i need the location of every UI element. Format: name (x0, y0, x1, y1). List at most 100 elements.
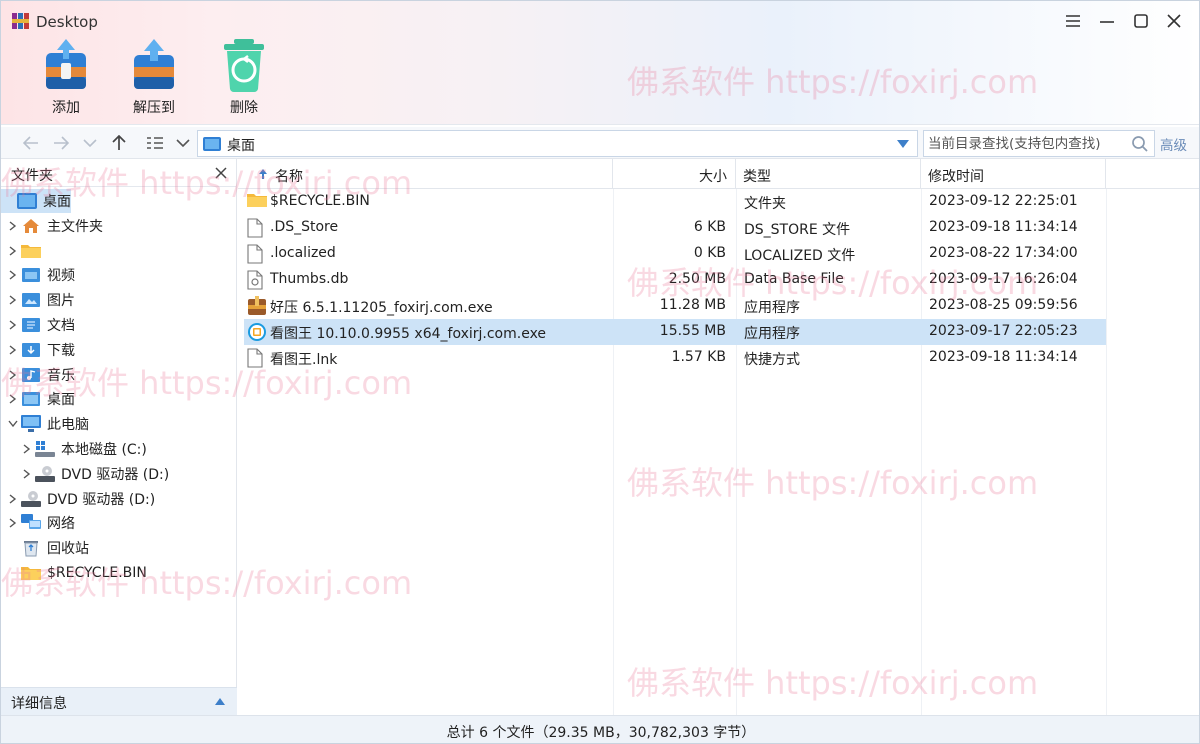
tree-item[interactable]: 音乐 (1, 363, 233, 387)
minimize-icon (1100, 21, 1114, 23)
tree-item[interactable]: 网络 (1, 511, 233, 535)
view-mode-button[interactable] (143, 131, 167, 155)
forward-button[interactable] (49, 131, 73, 155)
history-dropdown[interactable] (78, 131, 102, 155)
column-modified[interactable]: 修改时间 (921, 159, 1106, 189)
arrow-left-icon (23, 136, 38, 150)
chevron-right-icon[interactable] (7, 344, 19, 356)
folder-tree-title: 文件夹 (11, 168, 53, 184)
chevron-right-icon[interactable] (7, 517, 19, 529)
folder-tree-header: 文件夹 (1, 159, 237, 187)
tree-item[interactable]: 主文件夹 (1, 214, 233, 238)
menu-button[interactable] (1060, 9, 1086, 33)
view-mode-dropdown[interactable] (171, 131, 195, 155)
picture-folder-icon (21, 291, 41, 309)
up-button[interactable] (107, 131, 131, 155)
tree-item[interactable]: 图片 (1, 288, 233, 312)
chevron-right-icon[interactable] (7, 269, 19, 281)
add-button[interactable]: 添加 (31, 37, 101, 117)
close-pane-icon[interactable] (213, 165, 229, 181)
app-window: Desktop 添加 解压到 删除 桌面 当前目录查找(支持包内查找) 高级 文… (0, 0, 1200, 744)
image-viewer-exe-icon (247, 322, 267, 342)
chevron-right-icon[interactable] (21, 468, 33, 480)
tree-item[interactable]: 下载 (1, 338, 233, 362)
chevron-right-icon[interactable] (7, 294, 19, 306)
back-button[interactable] (19, 131, 43, 155)
network-icon (21, 514, 41, 532)
search-input[interactable] (928, 134, 1128, 154)
file-modified: 2023-08-25 09:59:56 (929, 297, 1078, 313)
file-name: 看图王.lnk (270, 352, 338, 368)
chevron-right-icon[interactable] (21, 443, 33, 455)
address-bar[interactable]: 桌面 (197, 130, 918, 157)
tree-item-label: 网络 (47, 516, 75, 533)
file-row[interactable]: 好压 6.5.1.11205_foxirj.com.exe 11.28 MB 应用程… (244, 293, 1106, 319)
file-row[interactable]: Thumbs.db 2.50 MB Data Base File 2023-09-17… (244, 267, 1106, 293)
add-archive-icon (46, 39, 86, 89)
chevron-down-icon[interactable] (7, 418, 19, 430)
tree-item[interactable]: DVD 驱动器 (D:) (1, 462, 233, 486)
tree-item-label: 桌面 (47, 392, 75, 409)
file-row[interactable]: $RECYCLE.BIN 文件夹 2023-09-12 22:25:01 (244, 189, 1106, 215)
minimize-button[interactable] (1094, 9, 1120, 33)
music-folder-icon (21, 366, 41, 384)
delete-button[interactable]: 删除 (209, 37, 279, 117)
shortcut-file-icon (247, 348, 267, 368)
file-name: 好压 6.5.1.11205_foxirj.com.exe (270, 300, 493, 316)
search-icon[interactable] (1131, 135, 1149, 153)
maximize-icon (1134, 14, 1148, 28)
file-modified: 2023-09-17 16:26:04 (929, 271, 1078, 287)
file-icon (247, 218, 267, 238)
column-type[interactable]: 类型 (736, 159, 921, 189)
extract-button-label: 解压到 (133, 100, 175, 116)
extract-button[interactable]: 解压到 (119, 37, 189, 117)
column-header-row: 名称 大小 类型 修改时间 (238, 159, 1199, 189)
file-size: 1.57 KB (671, 349, 726, 365)
path-dropdown-icon[interactable] (897, 140, 909, 148)
dvd-drive-icon (21, 490, 41, 508)
local-disk-icon (35, 440, 55, 458)
file-size: 2.50 MB (668, 271, 726, 287)
file-row[interactable]: 看图王.lnk 1.57 KB 快捷方式 2023-09-18 11:34:14 (244, 345, 1106, 371)
dvd-drive-icon (35, 465, 55, 483)
folder-tree-pane: 文件夹 桌面 主文件夹 视频 图片 文档 下载 音乐 桌面 此电脑 本地磁盘 (C:) DVD 驱动… (1, 159, 237, 715)
tree-item[interactable]: 此电脑 (1, 412, 233, 436)
file-row[interactable]: .localized 0 KB LOCALIZED 文件 2023-08-22 17:… (244, 241, 1106, 267)
chevron-right-icon[interactable] (7, 245, 19, 257)
tree-item[interactable]: $RECYCLE.BIN (1, 561, 233, 585)
chevron-right-icon[interactable] (7, 220, 19, 232)
tree-item[interactable]: 本地磁盘 (C:) (1, 437, 233, 461)
tree-item[interactable]: 文档 (1, 313, 233, 337)
column-size[interactable]: 大小 (613, 159, 736, 189)
chevron-right-icon[interactable] (7, 369, 19, 381)
desktop-icon (203, 137, 221, 151)
folder-icon (21, 564, 41, 582)
tree-item[interactable]: 桌面 (1, 387, 233, 411)
chevron-right-icon[interactable] (7, 319, 19, 331)
hamburger-icon (1066, 15, 1080, 27)
status-bar: 总计 6 个文件（29.35 MB，30,782,303 字节） (1, 715, 1199, 743)
tree-item[interactable]: DVD 驱动器 (D:) (1, 487, 233, 511)
file-type: DS_STORE 文件 (744, 222, 851, 238)
file-row[interactable]: 看图王 10.10.0.9955 x64_foxirj.com.exe 15.55… (244, 319, 1106, 345)
details-panel-toggle[interactable]: 详细信息 (1, 687, 237, 715)
tree-item[interactable]: 桌面 (1, 189, 71, 213)
close-button[interactable] (1161, 9, 1187, 33)
chevron-down-icon (83, 139, 97, 148)
tree-item[interactable] (1, 239, 233, 263)
sort-ascending-icon (259, 169, 267, 179)
column-name[interactable]: 名称 (238, 159, 613, 189)
chevron-right-icon[interactable] (7, 493, 19, 505)
search-box[interactable] (923, 130, 1155, 157)
desktop-folder-icon (21, 390, 41, 408)
advanced-search-link[interactable]: 高级 (1160, 134, 1187, 154)
chevron-right-icon[interactable] (7, 393, 19, 405)
file-row[interactable]: .DS_Store 6 KB DS_STORE 文件 2023-09-18 11:34… (244, 215, 1106, 241)
tree-item[interactable]: 回收站 (1, 536, 233, 560)
maximize-button[interactable] (1128, 9, 1154, 33)
tree-item[interactable]: 视频 (1, 263, 233, 287)
file-modified: 2023-08-22 17:34:00 (929, 245, 1078, 261)
details-label: 详细信息 (11, 696, 67, 712)
file-modified: 2023-09-18 11:34:14 (929, 349, 1078, 365)
